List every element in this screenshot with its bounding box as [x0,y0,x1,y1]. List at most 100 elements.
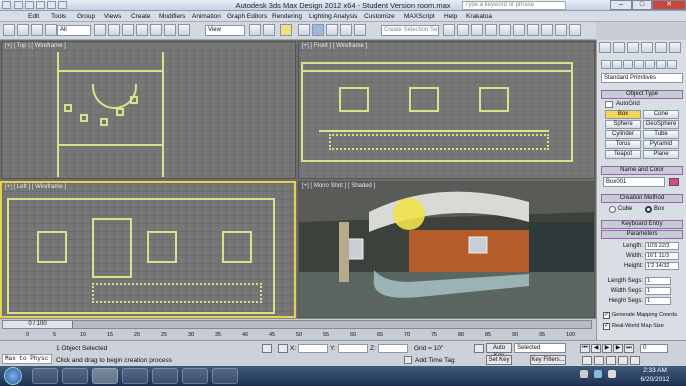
3dsmax-taskbar-icon[interactable] [92,368,118,384]
play-icon[interactable]: ▶ [602,344,612,353]
helpers-icon[interactable] [645,60,655,69]
move-icon[interactable] [150,24,162,36]
percent-snap-icon[interactable] [326,24,338,36]
maximize-button[interactable]: □ [632,0,652,10]
key-mode-icon[interactable] [474,344,484,353]
edit-named-selection-icon[interactable] [354,24,366,36]
tube-button[interactable]: Tube [643,130,679,139]
unlink-icon[interactable] [31,24,43,36]
photoshop-taskbar-icon[interactable] [122,368,148,384]
pyramid-button[interactable]: Pyramid [643,140,679,149]
clock-time[interactable]: 2:33 AM [630,367,680,374]
selection-filter-dropdown[interactable]: All [57,25,91,36]
spacewarps-icon[interactable] [656,60,666,69]
y-coord-input[interactable] [338,344,368,353]
category-dropdown[interactable]: Standard Primitives [601,73,683,83]
cameras-icon[interactable] [634,60,644,69]
menu-lighting-analysis[interactable]: Lighting Analysis [309,13,357,20]
modify-tab-icon[interactable] [613,42,625,53]
curve-editor-icon[interactable] [499,24,511,36]
menu-customize[interactable]: Customize [364,13,395,20]
rendered-frame-icon[interactable] [555,24,567,36]
key-filters-button[interactable]: Key Filters... [530,355,566,365]
start-button-icon[interactable] [4,367,22,385]
mirror-icon[interactable] [443,24,455,36]
viewport-label[interactable]: [+] [ Top ] [ Wireframe ] [5,43,66,49]
link-icon[interactable] [17,24,29,36]
lock-selection-icon[interactable] [262,344,272,353]
height-spinner[interactable]: 1'2 14/32 [645,262,679,270]
current-frame-input[interactable]: 0 [640,344,668,353]
lights-icon[interactable] [623,60,633,69]
systems-icon[interactable] [667,60,677,69]
layer-manager-icon[interactable] [471,24,483,36]
name-color-rollout[interactable]: Name and Color [601,166,683,175]
time-tag-icon[interactable] [404,356,412,364]
pan-icon[interactable] [606,356,616,365]
app-taskbar-icon[interactable] [212,368,238,384]
length-spinner[interactable]: 10'8 22/3 [645,242,679,250]
parameters-rollout[interactable]: Parameters [601,230,683,239]
material-editor-icon[interactable] [527,24,539,36]
menu-maxscript[interactable]: MAXScript [404,13,435,20]
next-frame-icon[interactable]: ▶ [613,344,623,353]
angle-snap-icon[interactable] [312,24,324,36]
snaps-toggle-icon[interactable] [298,24,310,36]
app-taskbar-icon[interactable] [182,368,208,384]
front-viewport[interactable]: [+] [ Front ] [ Wireframe ] [298,41,595,179]
keyboard-shortcut-override-icon[interactable] [280,24,292,36]
gen-mapping-checkbox[interactable]: ✓ [603,312,610,319]
menu-views[interactable]: Views [104,13,121,20]
sphere-button[interactable]: Sphere [605,120,641,129]
motion-tab-icon[interactable] [641,42,653,53]
prev-frame-icon[interactable]: ◀ [591,344,601,353]
bind-spacewarp-icon[interactable] [45,24,57,36]
select-object-icon[interactable] [94,24,106,36]
rect-selection-icon[interactable] [122,24,134,36]
z-coord-input[interactable] [378,344,408,353]
search-input[interactable]: Type a keyword or phrase [462,1,566,10]
create-tab-icon[interactable] [599,42,611,53]
viewport-label[interactable]: [+] [ Mono Shot ] [ Shaded ] [302,183,375,189]
select-manipulate-icon[interactable] [263,24,275,36]
firefox-taskbar-icon[interactable] [62,368,88,384]
auto-key-button[interactable]: Auto Key [486,343,512,359]
autogrid-checkbox[interactable] [605,101,613,108]
clock-date[interactable]: 6/20/2012 [630,376,680,383]
go-to-end-icon[interactable]: ⏭ [624,344,634,353]
perspective-viewport[interactable]: [+] [ Mono Shot ] [ Shaded ] [298,181,595,318]
torus-button[interactable]: Torus [605,140,641,149]
select-by-name-icon[interactable] [108,24,120,36]
length-segs-spinner[interactable]: 1 [645,277,671,285]
cube-radio[interactable] [609,206,616,213]
menu-help[interactable]: Help [444,13,457,20]
pivot-center-icon[interactable] [249,24,261,36]
absolute-mode-icon[interactable] [278,344,288,353]
named-selection-dropdown[interactable]: Create Selection Se [381,25,439,36]
key-selection-dropdown[interactable]: Selected [514,343,566,353]
time-slider-thumb[interactable]: 0 / 100 [3,321,73,328]
tray-arrow-icon[interactable] [580,370,588,378]
box-button[interactable]: Box [605,110,641,119]
reference-coordinate-dropdown[interactable]: View [205,25,245,36]
plane-button[interactable]: Plane [643,150,679,159]
viewport-label[interactable]: [+] [ Front ] [ Wireframe ] [302,43,367,49]
zoom-icon[interactable] [582,356,592,365]
orbit-icon[interactable] [618,356,628,365]
object-color-swatch[interactable] [669,178,679,186]
object-name-input[interactable]: Box001 [603,177,665,187]
undo-toolbar-icon[interactable] [3,24,15,36]
menu-graph-editors[interactable]: Graph Editors [227,13,267,20]
explorer-taskbar-icon[interactable] [32,368,58,384]
volume-icon[interactable] [608,370,616,378]
viewport-label[interactable]: [+] [ Left ] [ Wireframe ] [5,184,66,190]
zoom-all-icon[interactable] [594,356,604,365]
render-production-icon[interactable] [569,24,581,36]
teapot-button[interactable]: Teapot [605,150,641,159]
cylinder-button[interactable]: Cylinder [605,130,641,139]
left-viewport[interactable]: [+] [ Left ] [ Wireframe ] [0,181,296,318]
menu-tools[interactable]: Tools [51,13,66,20]
geosphere-button[interactable]: GeoSphere [643,120,679,129]
object-type-rollout[interactable]: Object Type [601,90,683,99]
close-button[interactable]: ✕ [652,0,686,10]
